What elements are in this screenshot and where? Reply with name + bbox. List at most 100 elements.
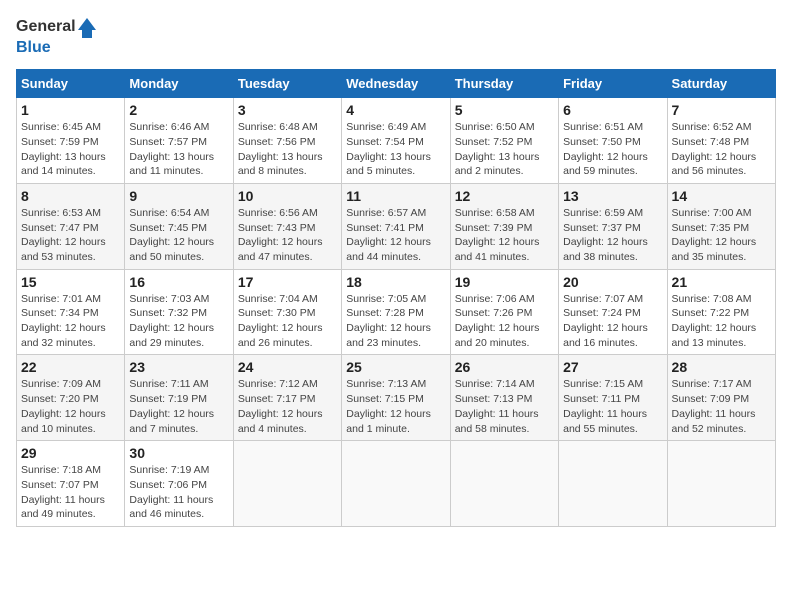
day-number: 4 [346, 102, 445, 118]
day-info: Sunrise: 6:48 AM Sunset: 7:56 PM Dayligh… [238, 120, 337, 179]
calendar-cell-25: 25 Sunrise: 7:13 AM Sunset: 7:15 PM Dayli… [342, 355, 450, 441]
calendar-cell-30: 30 Sunrise: 7:19 AM Sunset: 7:06 PM Dayli… [125, 441, 233, 527]
calendar-cell-27: 27 Sunrise: 7:15 AM Sunset: 7:11 PM Dayli… [559, 355, 667, 441]
day-number: 29 [21, 445, 120, 461]
day-number: 21 [672, 274, 771, 290]
weekday-header-tuesday: Tuesday [233, 70, 341, 98]
logo-general: General [16, 17, 76, 36]
day-number: 18 [346, 274, 445, 290]
calendar-week-row: 29 Sunrise: 7:18 AM Sunset: 7:07 PM Dayli… [17, 441, 776, 527]
day-info: Sunrise: 7:00 AM Sunset: 7:35 PM Dayligh… [672, 206, 771, 265]
calendar-cell-19: 19 Sunrise: 7:06 AM Sunset: 7:26 PM Dayli… [450, 269, 558, 355]
day-info: Sunrise: 7:01 AM Sunset: 7:34 PM Dayligh… [21, 292, 120, 351]
day-number: 16 [129, 274, 228, 290]
day-info: Sunrise: 6:53 AM Sunset: 7:47 PM Dayligh… [21, 206, 120, 265]
logo-container: General Blue [16, 16, 96, 57]
calendar-cell-29: 29 Sunrise: 7:18 AM Sunset: 7:07 PM Dayli… [17, 441, 125, 527]
calendar-week-row: 15 Sunrise: 7:01 AM Sunset: 7:34 PM Dayli… [17, 269, 776, 355]
calendar-cell-28: 28 Sunrise: 7:17 AM Sunset: 7:09 PM Dayli… [667, 355, 775, 441]
weekday-header-wednesday: Wednesday [342, 70, 450, 98]
day-info: Sunrise: 7:03 AM Sunset: 7:32 PM Dayligh… [129, 292, 228, 351]
day-info: Sunrise: 6:58 AM Sunset: 7:39 PM Dayligh… [455, 206, 554, 265]
weekday-header-saturday: Saturday [667, 70, 775, 98]
day-number: 8 [21, 188, 120, 204]
empty-cell [667, 441, 775, 527]
calendar-week-row: 1 Sunrise: 6:45 AM Sunset: 7:59 PM Daylig… [17, 98, 776, 184]
calendar-cell-8: 8 Sunrise: 6:53 AM Sunset: 7:47 PM Daylig… [17, 183, 125, 269]
day-info: Sunrise: 6:49 AM Sunset: 7:54 PM Dayligh… [346, 120, 445, 179]
weekday-header-monday: Monday [125, 70, 233, 98]
day-number: 3 [238, 102, 337, 118]
day-number: 14 [672, 188, 771, 204]
day-info: Sunrise: 7:12 AM Sunset: 7:17 PM Dayligh… [238, 377, 337, 436]
calendar-cell-14: 14 Sunrise: 7:00 AM Sunset: 7:35 PM Dayli… [667, 183, 775, 269]
calendar-cell-2: 2Sunrise: 6:46 AM Sunset: 7:57 PM Daylig… [125, 98, 233, 184]
calendar-cell-17: 17Sunrise: 7:04 AM Sunset: 7:30 PM Dayli… [233, 269, 341, 355]
calendar-header-row: SundayMondayTuesdayWednesdayThursdayFrid… [17, 70, 776, 98]
day-info: Sunrise: 6:52 AM Sunset: 7:48 PM Dayligh… [672, 120, 771, 179]
day-number: 19 [455, 274, 554, 290]
empty-cell [559, 441, 667, 527]
calendar-week-row: 22 Sunrise: 7:09 AM Sunset: 7:20 PM Dayli… [17, 355, 776, 441]
day-number: 5 [455, 102, 554, 118]
calendar-cell-4: 4 Sunrise: 6:49 AM Sunset: 7:54 PM Daylig… [342, 98, 450, 184]
day-number: 11 [346, 188, 445, 204]
day-info: Sunrise: 7:07 AM Sunset: 7:24 PM Dayligh… [563, 292, 662, 351]
day-number: 15 [21, 274, 120, 290]
calendar-cell-5: 5 Sunrise: 6:50 AM Sunset: 7:52 PM Daylig… [450, 98, 558, 184]
calendar-cell-23: 23Sunrise: 7:11 AM Sunset: 7:19 PM Dayli… [125, 355, 233, 441]
empty-cell [342, 441, 450, 527]
day-number: 25 [346, 359, 445, 375]
day-number: 1 [21, 102, 120, 118]
day-number: 17 [238, 274, 337, 290]
day-info: Sunrise: 6:59 AM Sunset: 7:37 PM Dayligh… [563, 206, 662, 265]
weekday-header-friday: Friday [559, 70, 667, 98]
calendar-cell-26: 26Sunrise: 7:14 AM Sunset: 7:13 PM Dayli… [450, 355, 558, 441]
calendar-cell-22: 22 Sunrise: 7:09 AM Sunset: 7:20 PM Dayli… [17, 355, 125, 441]
day-number: 24 [238, 359, 337, 375]
day-info: Sunrise: 7:13 AM Sunset: 7:15 PM Dayligh… [346, 377, 445, 436]
calendar-cell-15: 15 Sunrise: 7:01 AM Sunset: 7:34 PM Dayli… [17, 269, 125, 355]
calendar-cell-24: 24 Sunrise: 7:12 AM Sunset: 7:17 PM Dayli… [233, 355, 341, 441]
day-info: Sunrise: 6:56 AM Sunset: 7:43 PM Dayligh… [238, 206, 337, 265]
day-number: 20 [563, 274, 662, 290]
calendar-cell-12: 12 Sunrise: 6:58 AM Sunset: 7:39 PM Dayli… [450, 183, 558, 269]
calendar-cell-13: 13 Sunrise: 6:59 AM Sunset: 7:37 PM Dayli… [559, 183, 667, 269]
day-info: Sunrise: 7:15 AM Sunset: 7:11 PM Dayligh… [563, 377, 662, 436]
day-info: Sunrise: 7:19 AM Sunset: 7:06 PM Dayligh… [129, 463, 228, 522]
day-info: Sunrise: 6:45 AM Sunset: 7:59 PM Dayligh… [21, 120, 120, 179]
day-info: Sunrise: 6:50 AM Sunset: 7:52 PM Dayligh… [455, 120, 554, 179]
day-number: 9 [129, 188, 228, 204]
day-number: 7 [672, 102, 771, 118]
calendar-cell-6: 6Sunrise: 6:51 AM Sunset: 7:50 PM Daylig… [559, 98, 667, 184]
calendar-cell-1: 1 Sunrise: 6:45 AM Sunset: 7:59 PM Daylig… [17, 98, 125, 184]
day-info: Sunrise: 7:17 AM Sunset: 7:09 PM Dayligh… [672, 377, 771, 436]
page-header: General Blue [16, 16, 776, 57]
day-number: 2 [129, 102, 228, 118]
weekday-header-sunday: Sunday [17, 70, 125, 98]
calendar-week-row: 8 Sunrise: 6:53 AM Sunset: 7:47 PM Daylig… [17, 183, 776, 269]
calendar-cell-20: 20 Sunrise: 7:07 AM Sunset: 7:24 PM Dayli… [559, 269, 667, 355]
day-info: Sunrise: 7:18 AM Sunset: 7:07 PM Dayligh… [21, 463, 120, 522]
day-info: Sunrise: 7:05 AM Sunset: 7:28 PM Dayligh… [346, 292, 445, 351]
logo: General Blue [16, 16, 96, 57]
day-number: 12 [455, 188, 554, 204]
day-number: 22 [21, 359, 120, 375]
weekday-header-thursday: Thursday [450, 70, 558, 98]
day-info: Sunrise: 7:06 AM Sunset: 7:26 PM Dayligh… [455, 292, 554, 351]
day-number: 30 [129, 445, 228, 461]
calendar-cell-18: 18 Sunrise: 7:05 AM Sunset: 7:28 PM Dayli… [342, 269, 450, 355]
day-number: 27 [563, 359, 662, 375]
day-number: 26 [455, 359, 554, 375]
empty-cell [233, 441, 341, 527]
empty-cell [450, 441, 558, 527]
day-number: 13 [563, 188, 662, 204]
day-number: 28 [672, 359, 771, 375]
day-info: Sunrise: 6:57 AM Sunset: 7:41 PM Dayligh… [346, 206, 445, 265]
calendar-cell-9: 9Sunrise: 6:54 AM Sunset: 7:45 PM Daylig… [125, 183, 233, 269]
calendar-cell-3: 3 Sunrise: 6:48 AM Sunset: 7:56 PM Daylig… [233, 98, 341, 184]
day-info: Sunrise: 7:09 AM Sunset: 7:20 PM Dayligh… [21, 377, 120, 436]
day-info: Sunrise: 7:08 AM Sunset: 7:22 PM Dayligh… [672, 292, 771, 351]
calendar-cell-21: 21 Sunrise: 7:08 AM Sunset: 7:22 PM Dayli… [667, 269, 775, 355]
calendar-cell-7: 7 Sunrise: 6:52 AM Sunset: 7:48 PM Daylig… [667, 98, 775, 184]
